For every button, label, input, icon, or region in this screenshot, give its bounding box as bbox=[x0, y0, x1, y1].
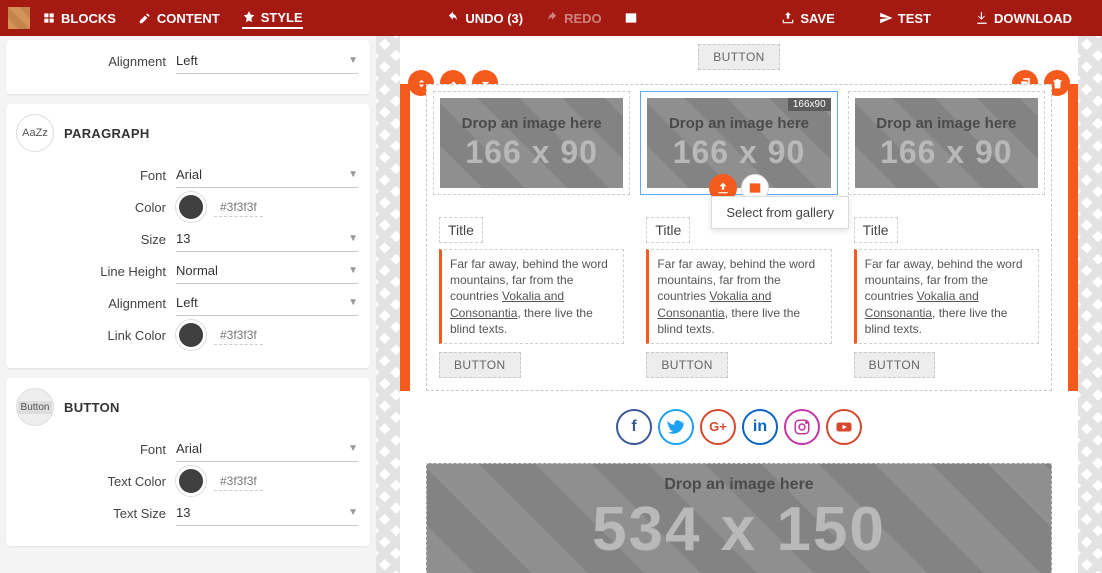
column-1[interactable]: Drop an image here 166 x 90 bbox=[433, 91, 630, 195]
test-label: TEST bbox=[898, 11, 931, 26]
test-button[interactable]: TEST bbox=[879, 11, 931, 26]
paragraph-alignment-select[interactable]: Left▼ bbox=[176, 290, 358, 316]
columns-block[interactable]: Drop an image here 166 x 90 166x90 Drop … bbox=[426, 84, 1052, 391]
facebook-icon[interactable]: f bbox=[616, 409, 652, 445]
redo-label: REDO bbox=[564, 11, 602, 26]
col1-button[interactable]: BUTTON bbox=[439, 352, 521, 378]
col2-title[interactable]: Title bbox=[646, 217, 690, 243]
button-title: BUTTON bbox=[64, 400, 120, 415]
panel-top-fragment: Alignment Left▼ bbox=[6, 40, 370, 94]
tab-blocks[interactable]: BLOCKS bbox=[42, 11, 116, 26]
tab-style-label: STYLE bbox=[261, 10, 303, 25]
paragraph-size-select[interactable]: 13▼ bbox=[176, 226, 358, 252]
gallery-tooltip: Select from gallery bbox=[711, 196, 849, 229]
button-swatch: Button bbox=[16, 388, 54, 426]
canvas-page: BUTTON Drop an imag bbox=[400, 36, 1078, 573]
col1-title[interactable]: Title bbox=[439, 217, 483, 243]
col1-body[interactable]: Far far away, behind the word mountains,… bbox=[439, 249, 624, 344]
googleplus-icon[interactable]: G+ bbox=[700, 409, 736, 445]
paragraph-color-picker[interactable]: #3f3f3f bbox=[176, 194, 358, 220]
col2-button[interactable]: BUTTON bbox=[646, 352, 728, 378]
style-sidebar[interactable]: Alignment Left▼ AaZz PARAGRAPH FontArial… bbox=[0, 36, 376, 573]
canvas-edge-right bbox=[1078, 36, 1102, 573]
button-textsize-select[interactable]: 13▼ bbox=[176, 500, 358, 526]
canvas-area[interactable]: BUTTON Drop an imag bbox=[376, 36, 1102, 573]
top-toolbar: BLOCKS CONTENT STYLE UNDO (3) REDO SAVE … bbox=[0, 0, 1102, 36]
twitter-icon[interactable] bbox=[658, 409, 694, 445]
col2-body[interactable]: Far far away, behind the word mountains,… bbox=[646, 249, 831, 344]
image-drop-1[interactable]: Drop an image here 166 x 90 bbox=[440, 98, 623, 188]
tab-style[interactable]: STYLE bbox=[242, 10, 303, 29]
image-drop-3[interactable]: Drop an image here 166 x 90 bbox=[855, 98, 1038, 188]
paragraph-lineheight-select[interactable]: Normal▼ bbox=[176, 258, 358, 284]
undo-button[interactable]: UNDO (3) bbox=[446, 11, 523, 26]
col3-button[interactable]: BUTTON bbox=[854, 352, 936, 378]
social-row: f G+ in bbox=[426, 409, 1052, 445]
save-button[interactable]: SAVE bbox=[781, 11, 834, 26]
paragraph-swatch: AaZz bbox=[16, 114, 54, 152]
download-button[interactable]: DOWNLOAD bbox=[975, 11, 1072, 26]
gallery-button[interactable] bbox=[624, 11, 638, 25]
panel-paragraph: AaZz PARAGRAPH FontArial▼ Color#3f3f3f S… bbox=[6, 104, 370, 368]
button-textcolor-picker[interactable]: #3f3f3f bbox=[176, 468, 358, 494]
linkedin-icon[interactable]: in bbox=[742, 409, 778, 445]
tab-content-label: CONTENT bbox=[157, 11, 220, 26]
block-handle-left[interactable] bbox=[400, 84, 410, 391]
big-image-drop[interactable]: Drop an image here 534 x 150 bbox=[426, 463, 1052, 573]
dimension-badge: 166x90 bbox=[788, 98, 831, 111]
tab-blocks-label: BLOCKS bbox=[61, 11, 116, 26]
block-handle-right[interactable] bbox=[1068, 84, 1078, 391]
redo-button: REDO bbox=[545, 11, 602, 26]
paragraph-title: PARAGRAPH bbox=[64, 126, 150, 141]
button-font-select[interactable]: Arial▼ bbox=[176, 436, 358, 462]
panel-button: Button BUTTON FontArial▼ Text Color#3f3f… bbox=[6, 378, 370, 546]
col3-body[interactable]: Far far away, behind the word mountains,… bbox=[854, 249, 1039, 344]
save-label: SAVE bbox=[800, 11, 834, 26]
paragraph-linkcolor-picker[interactable]: #3f3f3f bbox=[176, 322, 358, 348]
alignment-select[interactable]: Left▼ bbox=[176, 48, 358, 74]
tab-content[interactable]: CONTENT bbox=[138, 11, 220, 26]
col3-title[interactable]: Title bbox=[854, 217, 898, 243]
column-3[interactable]: Drop an image here 166 x 90 bbox=[848, 91, 1045, 195]
image-drop-2[interactable]: 166x90 Drop an image here 166 x 90 bbox=[647, 98, 830, 188]
alignment-label: Alignment bbox=[16, 54, 176, 69]
app-logo[interactable] bbox=[8, 7, 30, 29]
canvas-edge-left bbox=[376, 36, 400, 573]
undo-label: UNDO (3) bbox=[465, 11, 523, 26]
top-button-placeholder[interactable]: BUTTON bbox=[698, 44, 780, 70]
youtube-icon[interactable] bbox=[826, 409, 862, 445]
instagram-icon[interactable] bbox=[784, 409, 820, 445]
download-label: DOWNLOAD bbox=[994, 11, 1072, 26]
chevron-down-icon: ▼ bbox=[348, 55, 358, 66]
column-2[interactable]: 166x90 Drop an image here 166 x 90 Selec… bbox=[640, 91, 837, 195]
paragraph-font-select[interactable]: Arial▼ bbox=[176, 162, 358, 188]
